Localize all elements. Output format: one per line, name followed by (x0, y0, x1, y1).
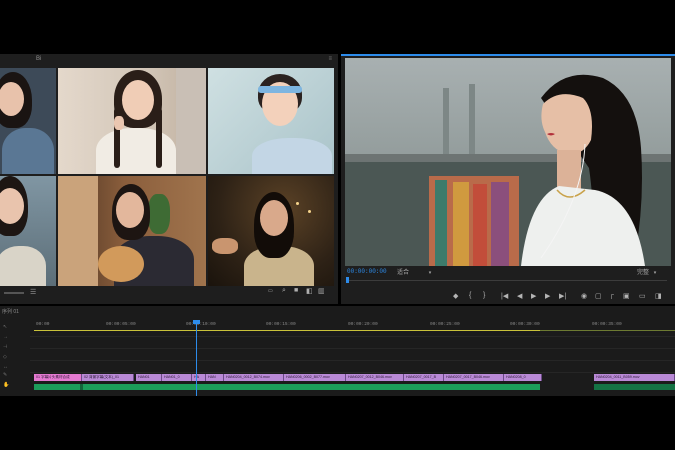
media-thumbnail-grid (0, 68, 334, 286)
ruler-label: 00:00:15:00 (266, 322, 296, 327)
add-marker-icon[interactable]: ◆ (453, 292, 458, 300)
comparison-view-icon[interactable]: ▢ (595, 292, 602, 300)
thumbnail-2[interactable] (58, 68, 206, 174)
thumbnail-6[interactable] (208, 176, 334, 286)
mark-in-icon[interactable]: { (469, 292, 471, 299)
timeline-clip[interactable]: HAN0207_0017_B046.mov (444, 374, 504, 381)
project-panel: Bi ≡ ☰ ▭ ⌕ ■ ◧ ▥ (0, 54, 338, 304)
ruler-label: 00:00:20:00 (348, 322, 378, 327)
chevron-down-icon: ▾ (653, 270, 657, 276)
timeline-clip[interactable]: HAN0207_0012_B046.mov (346, 374, 404, 381)
thumbnail-1[interactable] (0, 68, 56, 174)
track-divider (30, 372, 675, 373)
timeline-panel: 序列 01 ↖ → ⊣ ◇ ↔ ✎ ✋ 00:00 00:00:05:00 00… (0, 306, 675, 396)
thumbnail-4[interactable] (0, 176, 56, 286)
hand-tool-icon[interactable]: ✋ (3, 382, 9, 388)
thumbnail-3[interactable] (208, 68, 334, 174)
timeline-clip[interactable]: 01 字幕片头素材合成 (34, 374, 82, 381)
timeline-clip[interactable]: 02 背景字幕(文本)_01 (82, 374, 134, 381)
ruler-label: 00:00 (36, 322, 50, 327)
timeline-playhead-handle[interactable] (193, 320, 200, 324)
mark-out-icon[interactable]: } (483, 292, 485, 299)
timeline-clip[interactable]: HAN0204_0011_B059.mov (594, 374, 675, 381)
step-back-icon[interactable]: ◀ (517, 292, 522, 300)
work-area-bar[interactable] (34, 330, 540, 331)
automate-icon[interactable]: ▭ (268, 288, 273, 294)
ruler-label: 00:00:05:00 (106, 322, 136, 327)
program-monitor: 00:00:00:00 适合 ▾ 完整 ▾ ◆ { } |◀ ◀ ▶ ▶ ▶| … (341, 54, 675, 304)
extract-icon[interactable]: ▣ (623, 292, 630, 300)
sequence-tab[interactable]: 序列 01 (2, 308, 19, 315)
delete-icon[interactable]: ▥ (318, 287, 325, 295)
go-to-in-icon[interactable]: |◀ (501, 292, 508, 300)
resolution-select[interactable]: 完整 ▾ (637, 267, 656, 276)
razor-tool-icon[interactable]: ◇ (3, 354, 7, 360)
timeline-clip[interactable]: HAN (206, 374, 224, 381)
ripple-edit-icon[interactable]: ⊣ (3, 344, 7, 350)
resolution-label: 完整 (637, 270, 650, 276)
search-icon[interactable]: ⌕ (282, 287, 286, 295)
track-divider (30, 360, 675, 361)
new-bin-icon[interactable]: ■ (294, 287, 298, 294)
track-divider (30, 336, 675, 337)
panel-menu-icon[interactable]: ≡ (328, 56, 332, 62)
ruler-label: 00:00:10:00 (186, 322, 216, 327)
zoom-slider[interactable] (4, 292, 24, 294)
program-scrub-bar[interactable] (347, 280, 667, 281)
play-icon[interactable]: ▶ (531, 292, 536, 300)
thumbnail-5[interactable] (58, 176, 206, 286)
sort-icon[interactable]: ☰ (30, 288, 36, 296)
playhead-timecode[interactable]: 00:00:00:00 (347, 268, 387, 275)
timeline-clip[interactable]: HA (192, 374, 206, 381)
program-monitor-frame (345, 58, 671, 266)
audio-clip-edge (80, 384, 83, 390)
timeline-clip[interactable]: HAN0207_0017_B (404, 374, 444, 381)
timeline-clip[interactable]: HAN0208_0 (504, 374, 542, 381)
program-frame-image (345, 58, 671, 266)
project-tab[interactable]: Bi (36, 56, 41, 62)
chevron-down-icon: ▾ (428, 270, 432, 276)
audio-clip[interactable] (34, 384, 540, 390)
track-select-icon[interactable]: → (3, 334, 8, 340)
export-frame-icon[interactable]: ◉ (581, 292, 587, 300)
ruler-label: 00:00:35:00 (592, 322, 622, 327)
audio-clip[interactable] (594, 384, 675, 390)
track-divider (30, 348, 675, 349)
timeline-clip[interactable]: HAN0206_0002_B077.mov (284, 374, 346, 381)
lift-icon[interactable]: ┌ (609, 292, 614, 299)
zoom-fit-label: 适合 (397, 270, 410, 276)
pen-tool-icon[interactable]: ✎ (3, 372, 7, 378)
ruler-label: 00:00:25:00 (430, 322, 460, 327)
work-area-bar-tail (540, 330, 675, 331)
step-forward-icon[interactable]: ▶ (545, 292, 550, 300)
timeline-playhead[interactable] (196, 320, 197, 396)
zoom-fit-select[interactable]: 适合 ▾ (397, 267, 431, 276)
slip-tool-icon[interactable]: ↔ (3, 364, 8, 370)
timeline-clip[interactable]: HAN01 (136, 374, 162, 381)
new-item-icon[interactable]: ◧ (306, 287, 313, 295)
timeline-clip[interactable]: HAN0204_0012_B074.mov (224, 374, 284, 381)
go-to-out-icon[interactable]: ▶| (559, 292, 566, 300)
timeline-clip[interactable]: HAN01_0 (162, 374, 192, 381)
settings-icon[interactable]: ◨ (655, 292, 662, 300)
selection-tool-icon[interactable]: ↖ (3, 324, 7, 330)
vr-video-icon[interactable]: ▭ (639, 292, 646, 300)
ruler-label: 00:00:30:00 (510, 322, 540, 327)
program-playhead[interactable] (346, 277, 349, 283)
